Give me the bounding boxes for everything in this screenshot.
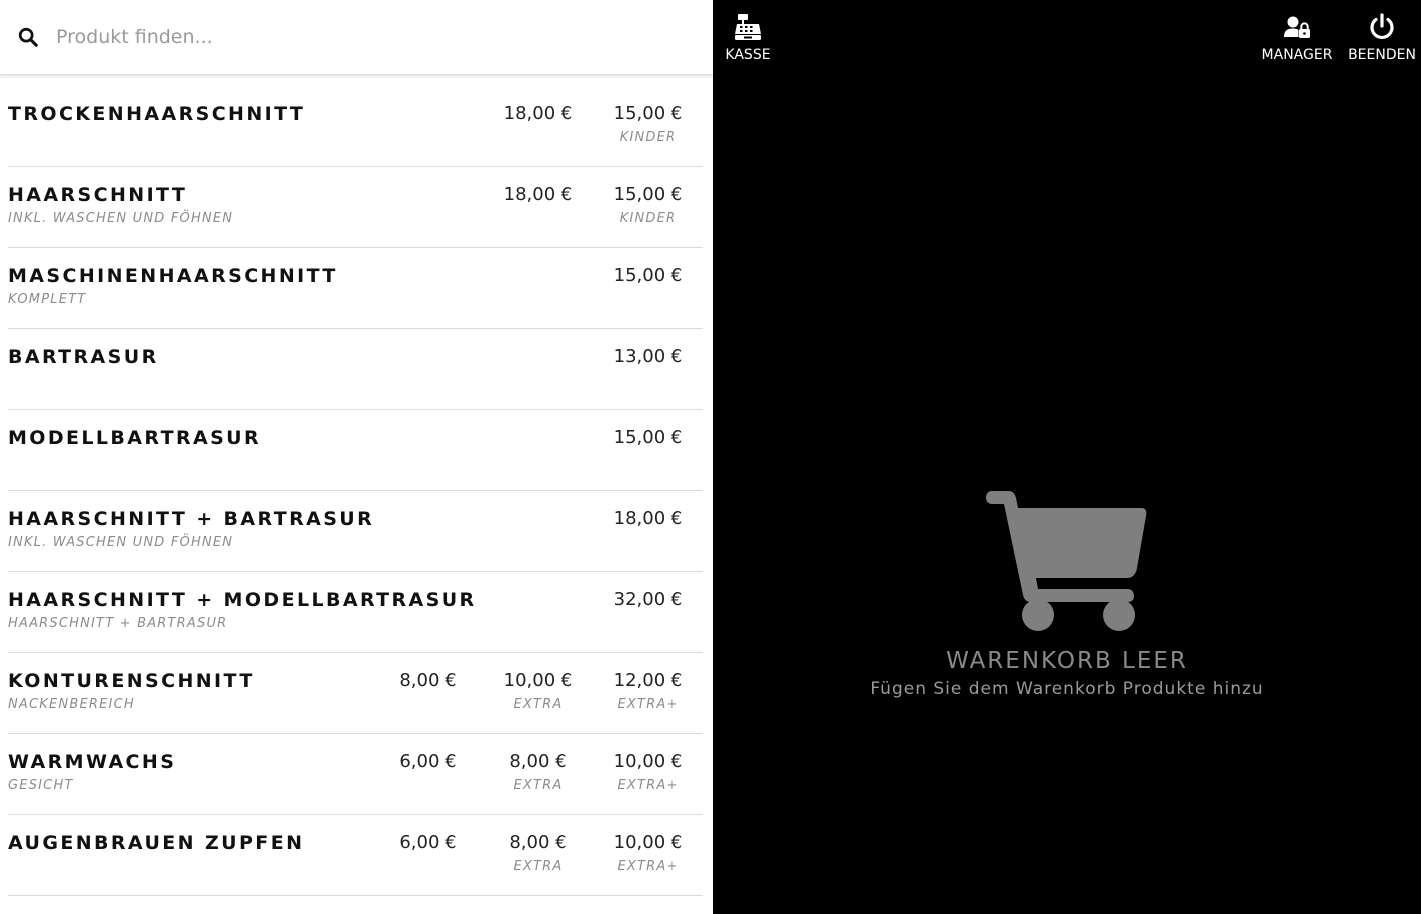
price-option[interactable]: 12,00 € EXTRA+	[598, 670, 698, 712]
product-row[interactable]: HAARSCHNITT INKL. WASCHEN UND FÖHNEN 18,00…	[8, 167, 703, 248]
price-option[interactable]: 18,00 €	[598, 508, 698, 529]
empty-cart-hint: Fügen Sie dem Warenkorb Produkte hinzu	[870, 679, 1264, 699]
product-row[interactable]: WARMWACHS GESICHT 6,00 € 8,00 € EXTRA 10,00 €…	[8, 734, 703, 815]
kasse-label: KASSE	[725, 47, 771, 63]
manager-button[interactable]: MANAGER	[1259, 10, 1335, 68]
price-option[interactable]: 32,00 €	[598, 589, 698, 610]
price-amount: 8,00 €	[509, 751, 567, 772]
price-amount: 13,00 €	[613, 346, 683, 367]
product-subtitle: INKL. WASCHEN UND FÖHNEN	[8, 211, 234, 226]
product-name: MODELLBARTRASUR	[8, 427, 262, 449]
price-amount: 15,00 €	[613, 103, 683, 124]
kasse-button[interactable]: KASSE	[723, 10, 773, 68]
price-option[interactable]: 10,00 € EXTRA+	[598, 832, 698, 874]
product-subtitle: NACKENBEREICH	[8, 697, 135, 712]
search-bar	[0, 0, 713, 75]
price-amount: 6,00 €	[399, 832, 457, 853]
price-option[interactable]: 15,00 € KINDER	[598, 184, 698, 226]
product-name: AUGENBRAUEN ZUPFEN	[8, 832, 305, 854]
product-name: BARTRASUR	[8, 346, 159, 368]
empty-cart-title: WARENKORB LEER	[946, 648, 1188, 674]
product-name: HAARSCHNITT	[8, 184, 188, 206]
product-name: TROCKENHAARSCHNITT	[8, 103, 306, 125]
price-amount: 15,00 €	[613, 427, 683, 448]
product-row[interactable]: HAARSCHNITT + BARTRASUR INKL. WASCHEN UND…	[8, 491, 703, 572]
product-name: HAARSCHNITT + BARTRASUR	[8, 508, 375, 530]
product-row[interactable]: TROCKENHAARSCHNITT 18,00 € 15,00 € KINDER	[8, 86, 703, 167]
cart-panel: KASSE MANAGER BEENDEN WARENKORB LEER Füg…	[713, 0, 1421, 914]
product-subtitle: HAARSCHNITT + BARTRASUR	[8, 616, 228, 631]
product-name: WARMWACHS	[8, 751, 177, 773]
price-variant-label: EXTRA	[513, 859, 563, 874]
price-amount: 15,00 €	[613, 184, 683, 205]
price-amount: 32,00 €	[613, 589, 683, 610]
price-option[interactable]: 15,00 € KINDER	[598, 103, 698, 145]
product-row[interactable]: MASCHINENHAARSCHNITT KOMPLETT 15,00 €	[8, 248, 703, 329]
price-amount: 18,00 €	[503, 184, 573, 205]
beenden-button[interactable]: BEENDEN	[1347, 10, 1417, 68]
shopping-cart-icon	[986, 491, 1147, 631]
price-amount: 10,00 €	[613, 832, 683, 853]
price-amount: 10,00 €	[503, 670, 573, 691]
price-amount: 15,00 €	[613, 265, 683, 286]
empty-cart-message: WARENKORB LEER Fügen Sie dem Warenkorb P…	[713, 488, 1421, 699]
price-variant-label: EXTRA	[513, 697, 563, 712]
price-option[interactable]: 6,00 €	[378, 832, 478, 853]
price-amount: 8,00 €	[399, 670, 457, 691]
price-option[interactable]: 10,00 € EXTRA	[488, 670, 588, 712]
price-amount: 6,00 €	[399, 751, 457, 772]
search-icon	[18, 27, 38, 47]
price-variant-label: KINDER	[619, 130, 677, 145]
price-amount: 18,00 €	[503, 103, 573, 124]
price-variant-label: EXTRA+	[617, 859, 679, 874]
price-option[interactable]: 8,00 € EXTRA	[488, 751, 588, 793]
price-variant-label: EXTRA	[513, 778, 563, 793]
price-option[interactable]: 15,00 €	[598, 427, 698, 448]
product-subtitle: KOMPLETT	[8, 292, 87, 307]
search-input[interactable]	[56, 18, 676, 56]
product-row[interactable]: KONTURENSCHNITT NACKENBEREICH 8,00 € 10,00 …	[8, 653, 703, 734]
power-icon	[1370, 13, 1394, 40]
price-amount: 10,00 €	[613, 751, 683, 772]
price-option[interactable]: 18,00 €	[488, 184, 588, 205]
price-amount: 8,00 €	[509, 832, 567, 853]
price-amount: 12,00 €	[613, 670, 683, 691]
price-variant-label: EXTRA+	[617, 778, 679, 793]
product-row[interactable]: BARTRASUR 13,00 €	[8, 329, 703, 410]
price-option[interactable]: 13,00 €	[598, 346, 698, 367]
product-subtitle: GESICHT	[8, 778, 74, 793]
price-option[interactable]: 6,00 €	[378, 751, 478, 772]
price-option[interactable]: 10,00 € EXTRA+	[598, 751, 698, 793]
price-variant-label: KINDER	[619, 211, 677, 226]
cash-register-icon	[735, 14, 761, 40]
product-panel: TROCKENHAARSCHNITT18,00 €15,00 €KINDERHA…	[0, 0, 713, 914]
product-row[interactable]: MODELLBARTRASUR 15,00 €	[8, 410, 703, 491]
product-list: TROCKENHAARSCHNITT 18,00 €15,00 € KINDER HA…	[8, 86, 703, 896]
product-subtitle: INKL. WASCHEN UND FÖHNEN	[8, 535, 234, 550]
price-option[interactable]: 15,00 €	[598, 265, 698, 286]
price-option[interactable]: 18,00 €	[488, 103, 588, 124]
product-name: HAARSCHNITT + MODELLBARTRASUR	[8, 589, 477, 611]
manager-label: MANAGER	[1261, 47, 1333, 63]
product-name: MASCHINENHAARSCHNITT	[8, 265, 338, 287]
beenden-label: BEENDEN	[1348, 47, 1416, 63]
price-option[interactable]: 8,00 € EXTRA	[488, 832, 588, 874]
product-name: KONTURENSCHNITT	[8, 670, 255, 692]
product-row[interactable]: HAARSCHNITT + MODELLBARTRASUR HAARSCHNITT…	[8, 572, 703, 653]
price-variant-label: EXTRA+	[617, 697, 679, 712]
user-lock-icon	[1284, 16, 1310, 38]
price-option[interactable]: 8,00 €	[378, 670, 478, 691]
product-row[interactable]: AUGENBRAUEN ZUPFEN 6,00 € 8,00 € EXTRA 10,00…	[8, 815, 703, 896]
price-amount: 18,00 €	[613, 508, 683, 529]
